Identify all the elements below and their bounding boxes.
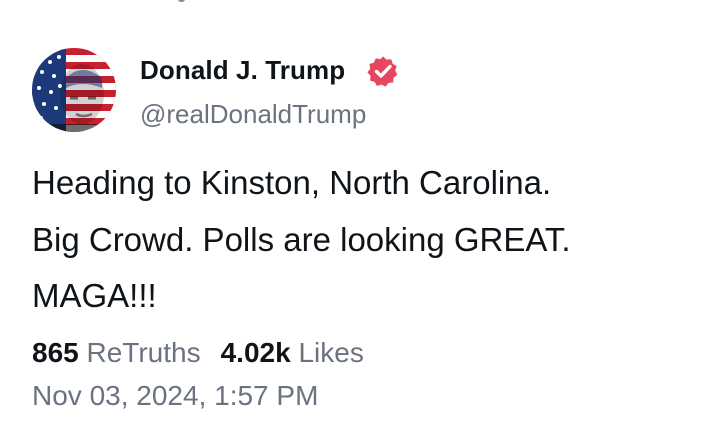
post-text-line: MAGA!!! [32, 277, 157, 314]
author-handle[interactable]: @realDonaldTrump [140, 97, 366, 131]
verified-badge-icon [367, 55, 399, 87]
post-view: Donald J. Trump @realDonaldTrump Heading… [0, 0, 719, 446]
author-avatar[interactable] [32, 48, 116, 132]
likes-label: Likes [298, 337, 364, 368]
flag-portrait-avatar-icon [32, 48, 116, 132]
post-text-line: Heading to Kinston, North Carolina. [32, 164, 552, 201]
author-display-name[interactable]: Donald J. Trump [140, 53, 345, 87]
likes-stat[interactable]: 4.02k Likes [221, 337, 364, 368]
retruths-count: 865 [32, 337, 79, 368]
post-stats: 865 ReTruths 4.02k Likes [32, 334, 364, 372]
previous-post-fragment [0, 0, 719, 4]
post-timestamp[interactable]: Nov 03, 2024, 1:57 PM [32, 378, 318, 414]
clipped-glyph [178, 0, 185, 2]
post-text-line: Big Crowd. Polls are looking GREAT. [32, 220, 571, 258]
post-text: Heading to Kinston, North Carolina. Big … [32, 155, 702, 325]
retruths-label: ReTruths [86, 337, 201, 368]
likes-count: 4.02k [220, 337, 291, 368]
retruths-stat[interactable]: 865 ReTruths [32, 337, 201, 368]
